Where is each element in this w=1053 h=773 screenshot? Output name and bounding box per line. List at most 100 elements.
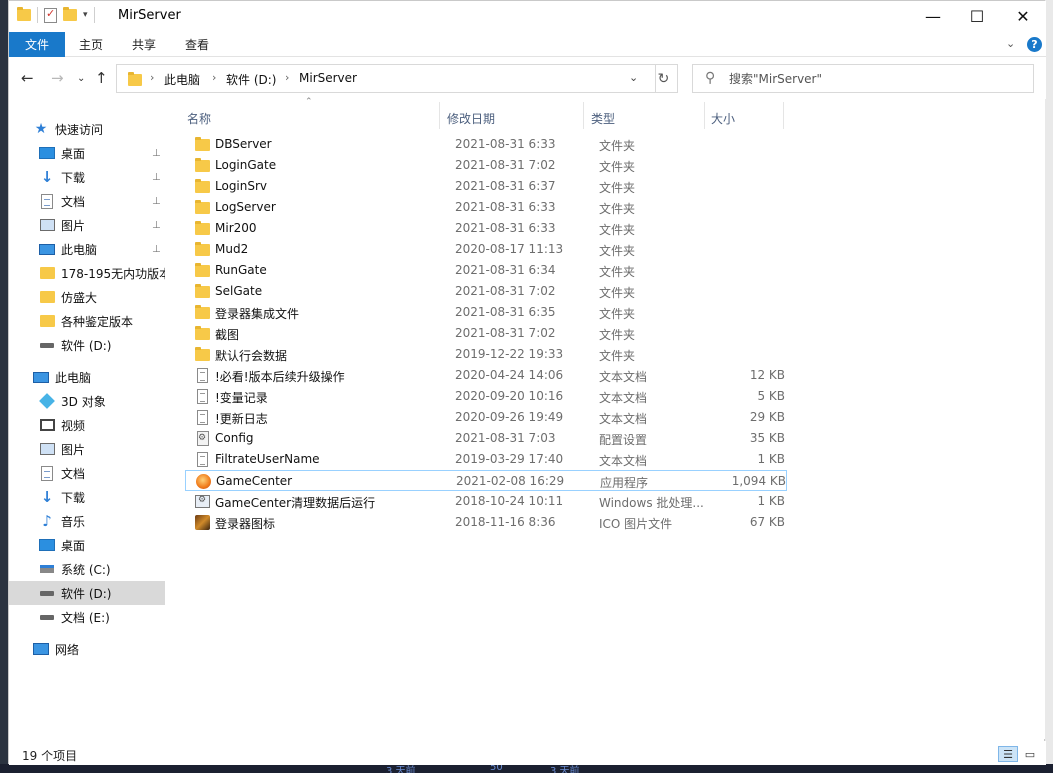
table-row[interactable]: !必看!版本后续升级操作 2020-04-24 14:06 文本文档 12 KB: [185, 365, 787, 386]
document-icon: [39, 193, 55, 209]
network-icon: [33, 641, 49, 657]
search-input[interactable]: [729, 70, 1019, 88]
table-row[interactable]: !更新日志 2020-09-26 19:49 文本文档 29 KB: [185, 407, 787, 428]
table-row[interactable]: SelGate 2021-08-31 7:02 文件夹: [185, 281, 787, 302]
sidebar-item-documents[interactable]: 文档 ⊥: [9, 189, 165, 213]
help-icon[interactable]: ?: [1027, 37, 1042, 52]
breadcrumb-mirserver[interactable]: MirServer: [299, 71, 357, 85]
sidebar-item-pc-downloads[interactable]: ↓ 下载: [9, 485, 165, 509]
sidebar-item-folder-jianding[interactable]: 各种鉴定版本: [9, 309, 165, 333]
sidebar-item-label: 文档 (E:): [61, 610, 110, 625]
sidebar-item-network[interactable]: 网络: [9, 637, 165, 661]
tab-file[interactable]: 文件: [9, 32, 65, 57]
table-row[interactable]: LogServer 2021-08-31 6:33 文件夹: [185, 197, 787, 218]
sidebar-item-drive-c[interactable]: 系统 (C:): [9, 557, 165, 581]
navigation-pane: ★ 快速访问 桌面 ⊥ ↓ 下载 ⊥ 文档 ⊥ 图片 ⊥ 此电脑 ⊥ 178-1…: [9, 99, 169, 739]
column-header-name[interactable]: 名称: [187, 109, 211, 127]
sidebar-item-folder-178-195[interactable]: 178-195无内功版本: [9, 261, 165, 285]
column-header-type[interactable]: 类型: [591, 109, 615, 127]
sidebar-item-label: 各种鉴定版本: [61, 314, 134, 329]
up-button[interactable]: ↑: [95, 69, 108, 87]
sidebar-item-pictures[interactable]: 图片 ⊥: [9, 213, 165, 237]
maximize-button[interactable]: ☐: [954, 1, 1000, 32]
address-dropdown-icon[interactable]: ⌄: [629, 71, 638, 84]
sidebar-item-folder-fangshengda[interactable]: 仿盛大: [9, 285, 165, 309]
back-button[interactable]: ←: [21, 69, 34, 87]
search-icon: ⚲: [705, 70, 716, 86]
file-size: 1 KB: [757, 494, 785, 508]
details-view-button[interactable]: ☰: [998, 746, 1018, 762]
breadcrumb-drive-d[interactable]: 软件 (D:): [226, 71, 276, 88]
large-icons-view-button[interactable]: ▭: [1020, 746, 1040, 762]
tab-home[interactable]: 主页: [79, 32, 103, 57]
tab-share[interactable]: 共享: [132, 32, 156, 57]
table-row[interactable]: 登录器集成文件 2021-08-31 6:35 文件夹: [185, 302, 787, 323]
file-type: 文本文档: [599, 391, 648, 405]
expand-ribbon-icon[interactable]: ⌄: [1006, 37, 1015, 50]
breadcrumb-chevron-icon[interactable]: ›: [212, 71, 216, 84]
sidebar-item-videos[interactable]: 视频: [9, 413, 165, 437]
table-row[interactable]: GameCenter 2021-02-08 16:29 应用程序 1,094 KB: [185, 470, 787, 491]
table-row[interactable]: 登录器图标 2018-11-16 8:36 ICO 图片文件 67 KB: [185, 512, 787, 533]
sidebar-item-desktop[interactable]: 桌面 ⊥: [9, 141, 165, 165]
sidebar-item-drive-d[interactable]: 软件 (D:): [9, 581, 165, 605]
file-type: 文件夹: [599, 286, 636, 300]
tab-view[interactable]: 查看: [185, 32, 209, 57]
table-row[interactable]: LoginSrv 2021-08-31 6:37 文件夹: [185, 176, 787, 197]
refresh-button[interactable]: ↻: [650, 64, 678, 93]
table-row[interactable]: Mud2 2020-08-17 11:13 文件夹: [185, 239, 787, 260]
sidebar-item-this-pc-pinned[interactable]: 此电脑 ⊥: [9, 237, 165, 261]
sidebar-item-drive-d-quick[interactable]: 软件 (D:): [9, 333, 165, 357]
sidebar-item-quick-access[interactable]: ★ 快速访问: [9, 117, 165, 141]
file-date: 2018-10-24 10:11: [455, 494, 564, 508]
table-row[interactable]: 默认行会数据 2019-12-22 19:33 文件夹: [185, 344, 787, 365]
sidebar-item-this-pc[interactable]: 此电脑: [9, 365, 165, 389]
sort-ascending-icon: ⌃: [305, 97, 313, 107]
recent-locations-button[interactable]: ⌄: [77, 73, 85, 84]
file-name: 默认行会数据: [215, 349, 288, 363]
properties-icon[interactable]: [44, 7, 57, 23]
minimize-button[interactable]: —: [910, 1, 956, 32]
column-divider[interactable]: [583, 102, 584, 129]
folder-icon: [195, 137, 210, 151]
table-row[interactable]: FiltrateUserName 2019-03-29 17:40 文本文档 1 KB: [185, 449, 787, 470]
table-row[interactable]: DBServer 2021-08-31 6:33 文件夹: [185, 134, 787, 155]
file-size: 67 KB: [749, 515, 785, 529]
table-row[interactable]: LoginGate 2021-08-31 7:02 文件夹: [185, 155, 787, 176]
breadcrumb-this-pc[interactable]: 此电脑: [164, 71, 200, 88]
drive-icon: [39, 585, 55, 601]
table-row[interactable]: RunGate 2021-08-31 6:34 文件夹: [185, 260, 787, 281]
column-divider[interactable]: [783, 102, 784, 129]
text-file-icon: [197, 389, 208, 404]
file-type: 文件夹: [599, 265, 636, 279]
desktop-icon: [39, 537, 55, 553]
customize-toolbar-icon[interactable]: ▾: [83, 10, 88, 20]
column-header-date[interactable]: 修改日期: [447, 109, 495, 127]
sidebar-item-3d-objects[interactable]: 3D 对象: [9, 389, 165, 413]
address-bar[interactable]: › 此电脑 › 软件 (D:) › MirServer ⌄: [116, 64, 656, 93]
sidebar-item-music[interactable]: ♪ 音乐: [9, 509, 165, 533]
table-row[interactable]: 截图 2021-08-31 7:02 文件夹: [185, 323, 787, 344]
column-header-size[interactable]: 大小: [711, 109, 735, 127]
sidebar-item-pc-documents[interactable]: 文档: [9, 461, 165, 485]
new-folder-icon[interactable]: [63, 7, 77, 21]
sidebar-item-drive-e[interactable]: 文档 (E:): [9, 605, 165, 629]
sidebar-item-downloads[interactable]: ↓ 下载 ⊥: [9, 165, 165, 189]
close-button[interactable]: ✕: [1000, 1, 1046, 32]
sidebar-item-pc-desktop[interactable]: 桌面: [9, 533, 165, 557]
forward-button[interactable]: →: [51, 69, 64, 87]
file-type: 文本文档: [599, 412, 648, 426]
file-type: 文本文档: [599, 454, 648, 468]
sidebar-item-pc-pictures[interactable]: 图片: [9, 437, 165, 461]
breadcrumb-chevron-icon[interactable]: ›: [150, 71, 154, 84]
breadcrumb-chevron-icon[interactable]: ›: [285, 71, 289, 84]
file-name: 截图: [215, 328, 240, 342]
table-row[interactable]: Mir200 2021-08-31 6:33 文件夹: [185, 218, 787, 239]
file-date: 2020-09-20 10:16: [455, 389, 564, 403]
table-row[interactable]: !变量记录 2020-09-20 10:16 文本文档 5 KB: [185, 386, 787, 407]
table-row[interactable]: GameCenter清理数据后运行 2018-10-24 10:11 Windows…: [185, 491, 787, 512]
column-divider[interactable]: [439, 102, 440, 129]
table-row[interactable]: Config 2021-08-31 7:03 配置设置 35 KB: [185, 428, 787, 449]
text-file-icon: [197, 368, 208, 383]
column-divider[interactable]: [704, 102, 705, 129]
